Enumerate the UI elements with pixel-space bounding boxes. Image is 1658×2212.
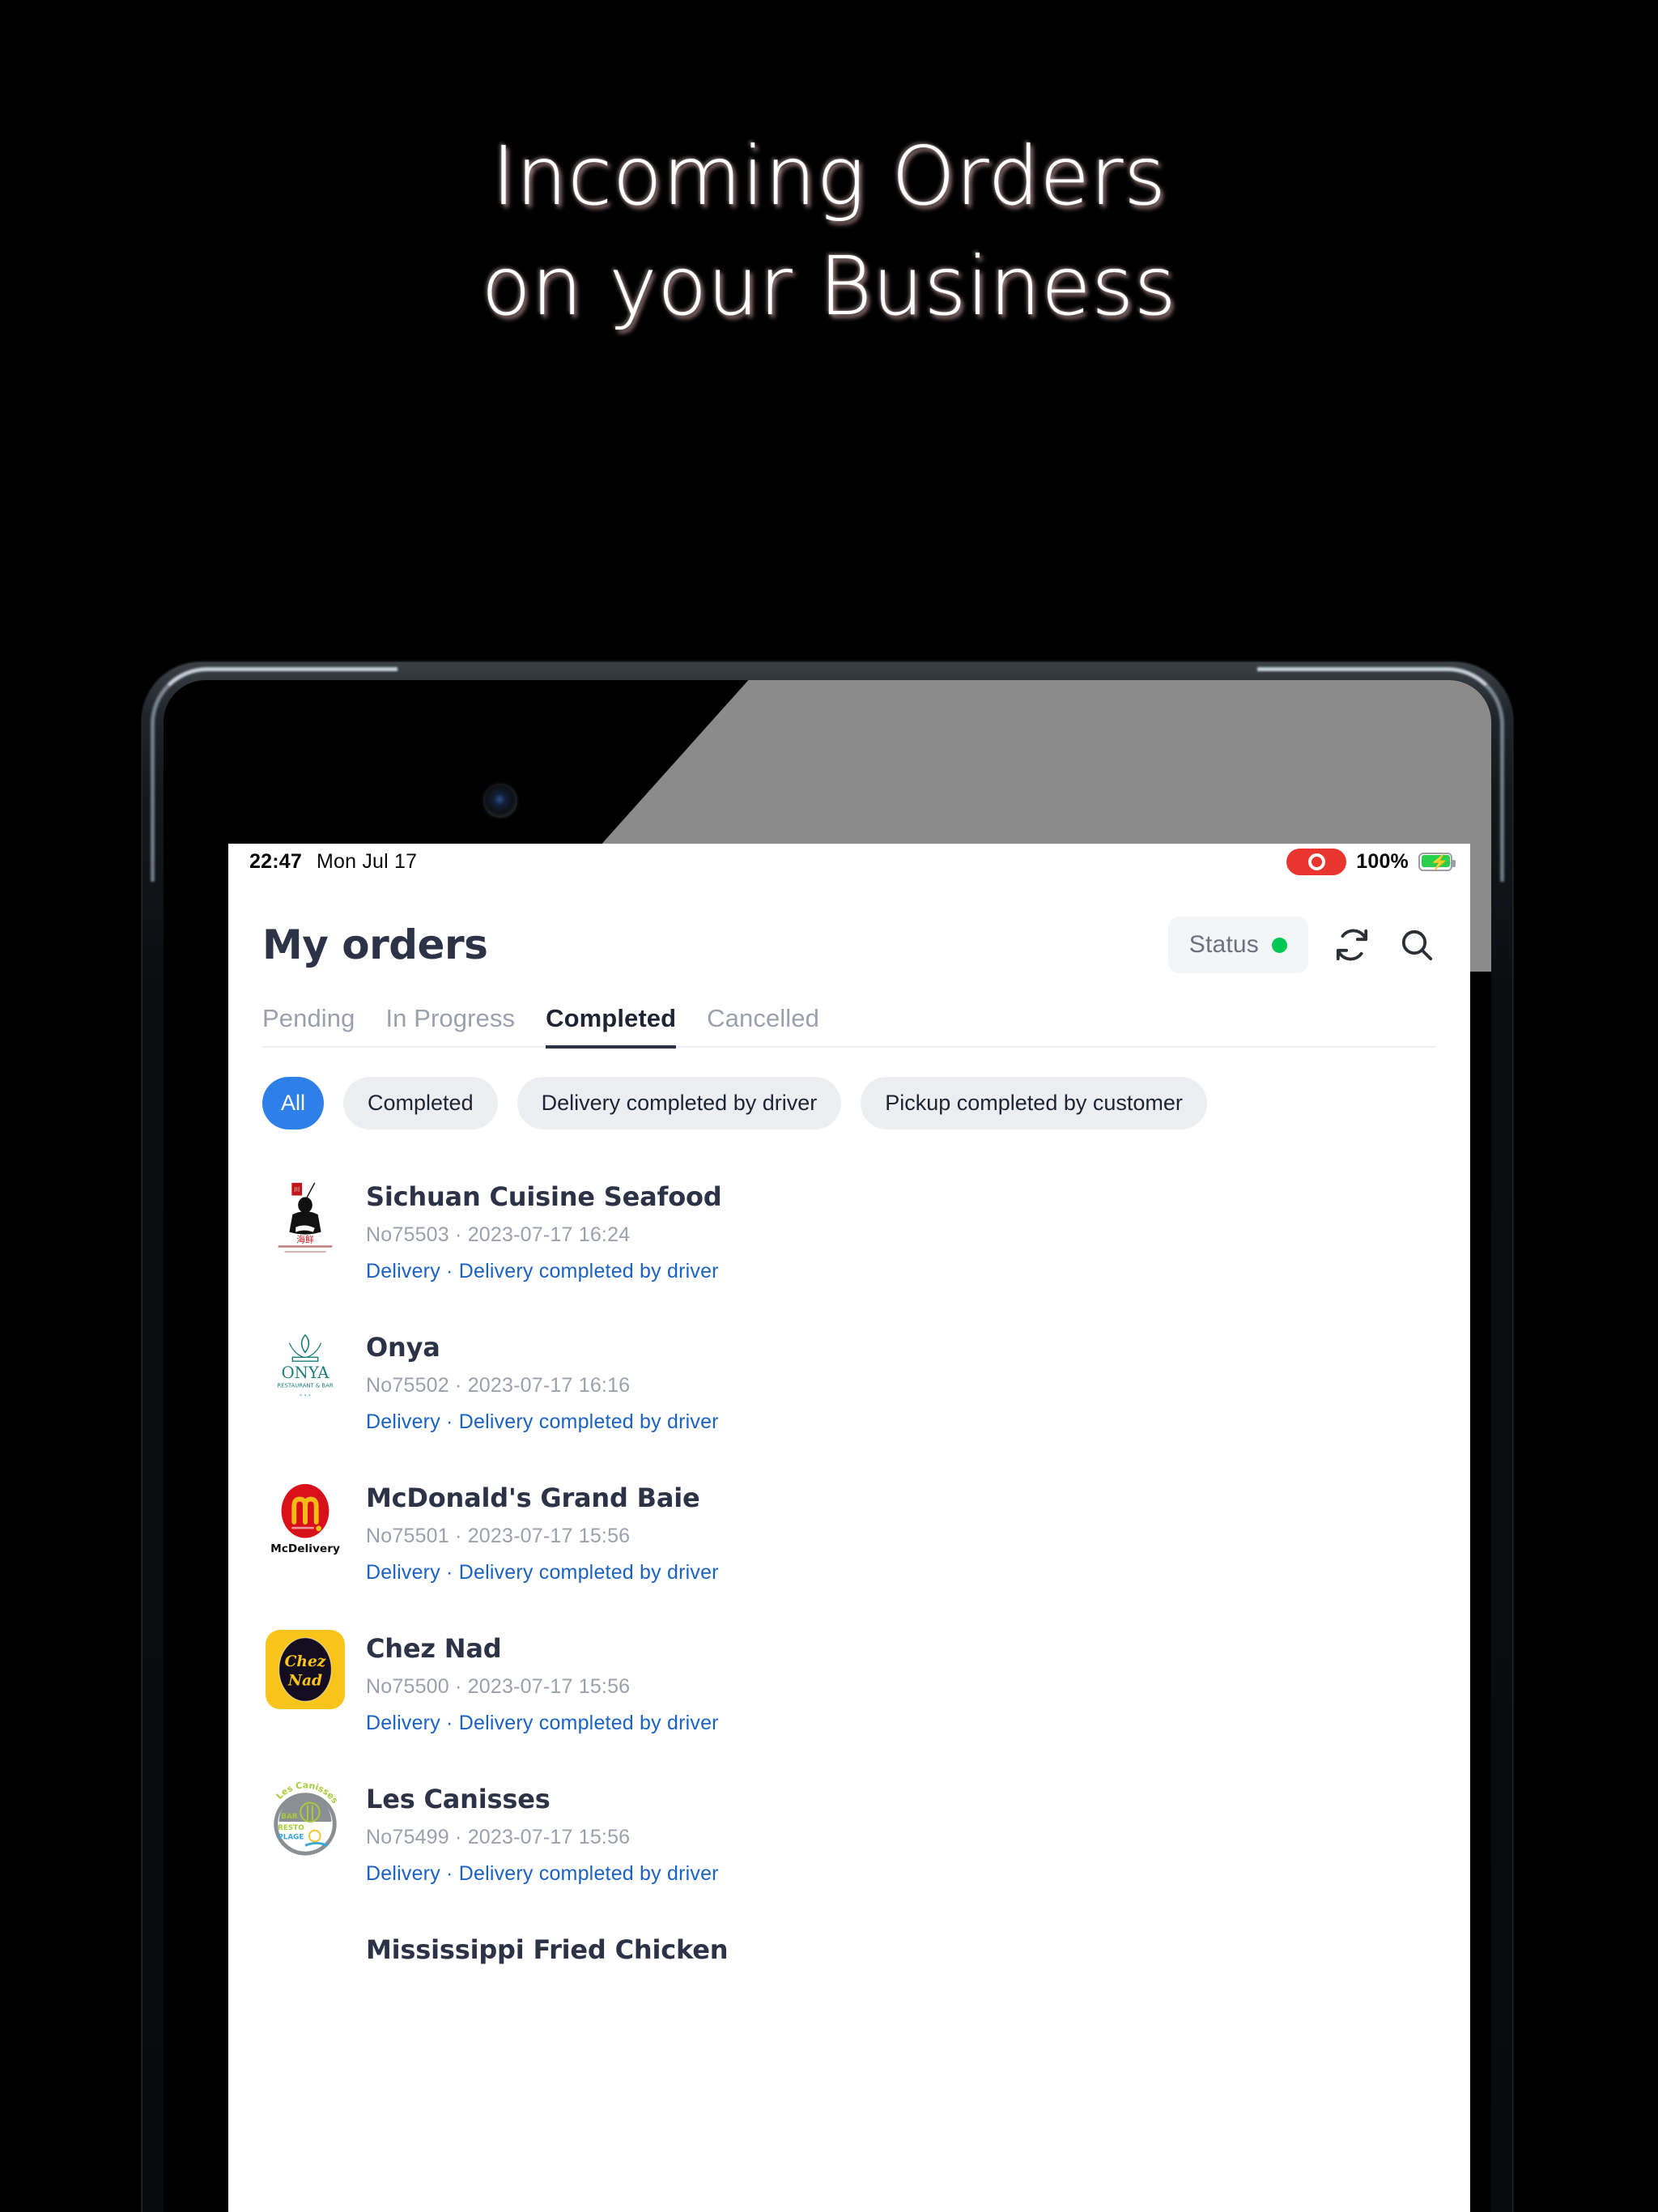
app-header: My orders Status xyxy=(228,879,1470,973)
charging-bolt-icon: ⚡ xyxy=(1430,853,1449,871)
table-row[interactable]: Les Canisses BAR RESTO PLAGE Les Canisse… xyxy=(228,1758,1470,1908)
tab-pending[interactable]: Pending xyxy=(262,1004,355,1046)
status-bar-right-cluster: 100% ⚡ xyxy=(1286,848,1456,875)
order-details: Chez Nad No75500 · 2023-07-17 15:56 Deli… xyxy=(366,1630,719,1735)
tablet-device-frame: 22:47 Mon Jul 17 100% ⚡ My orders Status… xyxy=(142,662,1512,2212)
status-filter-label: Status xyxy=(1188,931,1259,958)
status-bar-time: 22:47 xyxy=(249,849,302,873)
battery-charging-icon: ⚡ xyxy=(1418,852,1456,871)
battery-percent-label: 100% xyxy=(1356,849,1409,873)
svg-text:• • •: • • • xyxy=(300,1393,311,1398)
hero-headline-line-1: Incoming Orders xyxy=(491,129,1167,223)
status-online-dot-icon xyxy=(1272,937,1287,953)
les-canisses-bar-resto-plage-logo: Les Canisses BAR RESTO PLAGE xyxy=(266,1780,345,1860)
svg-text:RESTAURANT & BAR: RESTAURANT & BAR xyxy=(277,1383,333,1389)
search-button[interactable] xyxy=(1396,924,1438,966)
status-bar-date: Mon Jul 17 xyxy=(316,849,418,873)
screen-recording-icon[interactable] xyxy=(1286,848,1347,875)
order-status-text: Delivery · Delivery completed by driver xyxy=(366,1410,719,1433)
app-viewport: 22:47 Mon Jul 17 100% ⚡ My orders Status… xyxy=(228,844,1470,2212)
order-details: McDonald's Grand Baie No75501 · 2023-07-… xyxy=(366,1479,719,1585)
mississippi-fried-chicken-logo xyxy=(266,1931,345,2010)
front-camera-icon xyxy=(483,784,517,818)
onya-restaurant-bar-logo: ONYA RESTAURANT & BAR • • • xyxy=(266,1329,345,1408)
order-details: Onya No75502 · 2023-07-17 16:16 Delivery… xyxy=(366,1329,719,1434)
chip-delivery-completed-by-driver[interactable]: Delivery completed by driver xyxy=(517,1077,842,1129)
svg-text:海鲜: 海鲜 xyxy=(296,1234,314,1244)
order-restaurant-name: Sichuan Cuisine Seafood xyxy=(366,1181,722,1212)
page-title: My orders xyxy=(262,921,488,968)
svg-text:PLAGE: PLAGE xyxy=(278,1834,304,1842)
order-restaurant-name: Les Canisses xyxy=(366,1784,551,1814)
refresh-icon xyxy=(1336,929,1368,961)
sichuan-cuisine-seafood-logo: 川 海鲜 xyxy=(266,1178,345,1257)
svg-text:RESTO: RESTO xyxy=(278,1824,304,1832)
chez-nad-logo-art: Chez Nad xyxy=(278,1637,332,1702)
refresh-button[interactable] xyxy=(1331,924,1373,966)
sichuan-logo-art: 川 海鲜 xyxy=(278,1182,333,1253)
svg-text:ONYA: ONYA xyxy=(282,1363,330,1382)
order-details: Les Canisses No75499 · 2023-07-17 15:56 … xyxy=(366,1780,719,1886)
order-restaurant-name: Onya xyxy=(366,1332,440,1363)
svg-text:McDelivery: McDelivery xyxy=(270,1542,340,1555)
screenshot-canvas: Incoming Orders on your Business 22:47 M… xyxy=(0,0,1658,2212)
chip-completed[interactable]: Completed xyxy=(343,1077,498,1129)
order-number-and-time: No75503 · 2023-07-17 16:24 xyxy=(366,1223,631,1246)
order-restaurant-name: Mississippi Fried Chicken xyxy=(366,1934,729,1965)
status-bar: 22:47 Mon Jul 17 100% ⚡ xyxy=(228,844,1470,879)
hero-headline-line-2: on your Business xyxy=(481,239,1177,334)
tab-in-progress[interactable]: In Progress xyxy=(385,1004,515,1046)
mcdelivery-logo: McDelivery xyxy=(266,1479,345,1559)
order-restaurant-name: Chez Nad xyxy=(366,1633,502,1664)
mcdelivery-logo-art: McDelivery xyxy=(270,1483,340,1555)
order-status-text: Delivery · Delivery completed by driver xyxy=(366,1862,719,1885)
order-number-and-time: No75501 · 2023-07-17 15:56 xyxy=(366,1525,631,1547)
svg-text:BAR: BAR xyxy=(281,1813,298,1821)
les-canisses-logo-art: Les Canisses BAR RESTO PLAGE xyxy=(274,1780,340,1856)
onya-logo-art: ONYA RESTAURANT & BAR • • • xyxy=(277,1334,334,1398)
order-status-text: Delivery · Delivery completed by driver xyxy=(366,1561,719,1584)
order-number-and-time: No75500 · 2023-07-17 15:56 xyxy=(366,1675,631,1698)
device-screen-glass: 22:47 Mon Jul 17 100% ⚡ My orders Status… xyxy=(164,680,1491,2212)
tab-completed[interactable]: Completed xyxy=(546,1004,677,1049)
order-number-and-time: No75502 · 2023-07-17 16:16 xyxy=(366,1374,631,1397)
order-status-tabs: Pending In Progress Completed Cancelled xyxy=(262,1004,1436,1049)
order-list: 川 海鲜 Sichuan Cuisine Seafood No75503 · 2… xyxy=(228,1155,1470,2033)
table-row[interactable]: McDelivery McDonald's Grand Baie No75501… xyxy=(228,1457,1470,1607)
chez-nad-logo: Chez Nad xyxy=(266,1630,345,1709)
search-icon xyxy=(1401,929,1433,961)
tab-cancelled[interactable]: Cancelled xyxy=(707,1004,819,1046)
table-row[interactable]: 川 海鲜 Sichuan Cuisine Seafood No75503 · 2… xyxy=(228,1155,1470,1306)
chip-all[interactable]: All xyxy=(262,1077,325,1129)
order-number-and-time: No75499 · 2023-07-17 15:56 xyxy=(366,1826,631,1848)
svg-text:川: 川 xyxy=(294,1187,300,1193)
header-actions: Status xyxy=(1167,917,1438,973)
svg-text:Chez: Chez xyxy=(285,1653,326,1670)
order-status-text: Delivery · Delivery completed by driver xyxy=(366,1712,719,1734)
order-details: Mississippi Fried Chicken xyxy=(366,1931,728,1978)
chip-pickup-completed-by-customer[interactable]: Pickup completed by customer xyxy=(861,1077,1207,1129)
svg-text:Nad: Nad xyxy=(287,1673,322,1690)
order-details: Sichuan Cuisine Seafood No75503 · 2023-0… xyxy=(366,1178,722,1283)
order-restaurant-name: McDonald's Grand Baie xyxy=(366,1482,700,1513)
table-row[interactable]: ONYA RESTAURANT & BAR • • • Onya No75502… xyxy=(228,1306,1470,1457)
status-filter-button[interactable]: Status xyxy=(1167,917,1308,973)
filter-chip-row: All Completed Delivery completed by driv… xyxy=(262,1077,1436,1129)
table-row[interactable]: Mississippi Fried Chicken xyxy=(228,1908,1470,2033)
table-row[interactable]: Chez Nad Chez Nad No75500 · 2023-07-17 1… xyxy=(228,1607,1470,1758)
screen-recording-ring xyxy=(1307,853,1325,870)
hero-headline: Incoming Orders on your Business xyxy=(0,121,1658,342)
order-status-text: Delivery · Delivery completed by driver xyxy=(366,1260,719,1283)
